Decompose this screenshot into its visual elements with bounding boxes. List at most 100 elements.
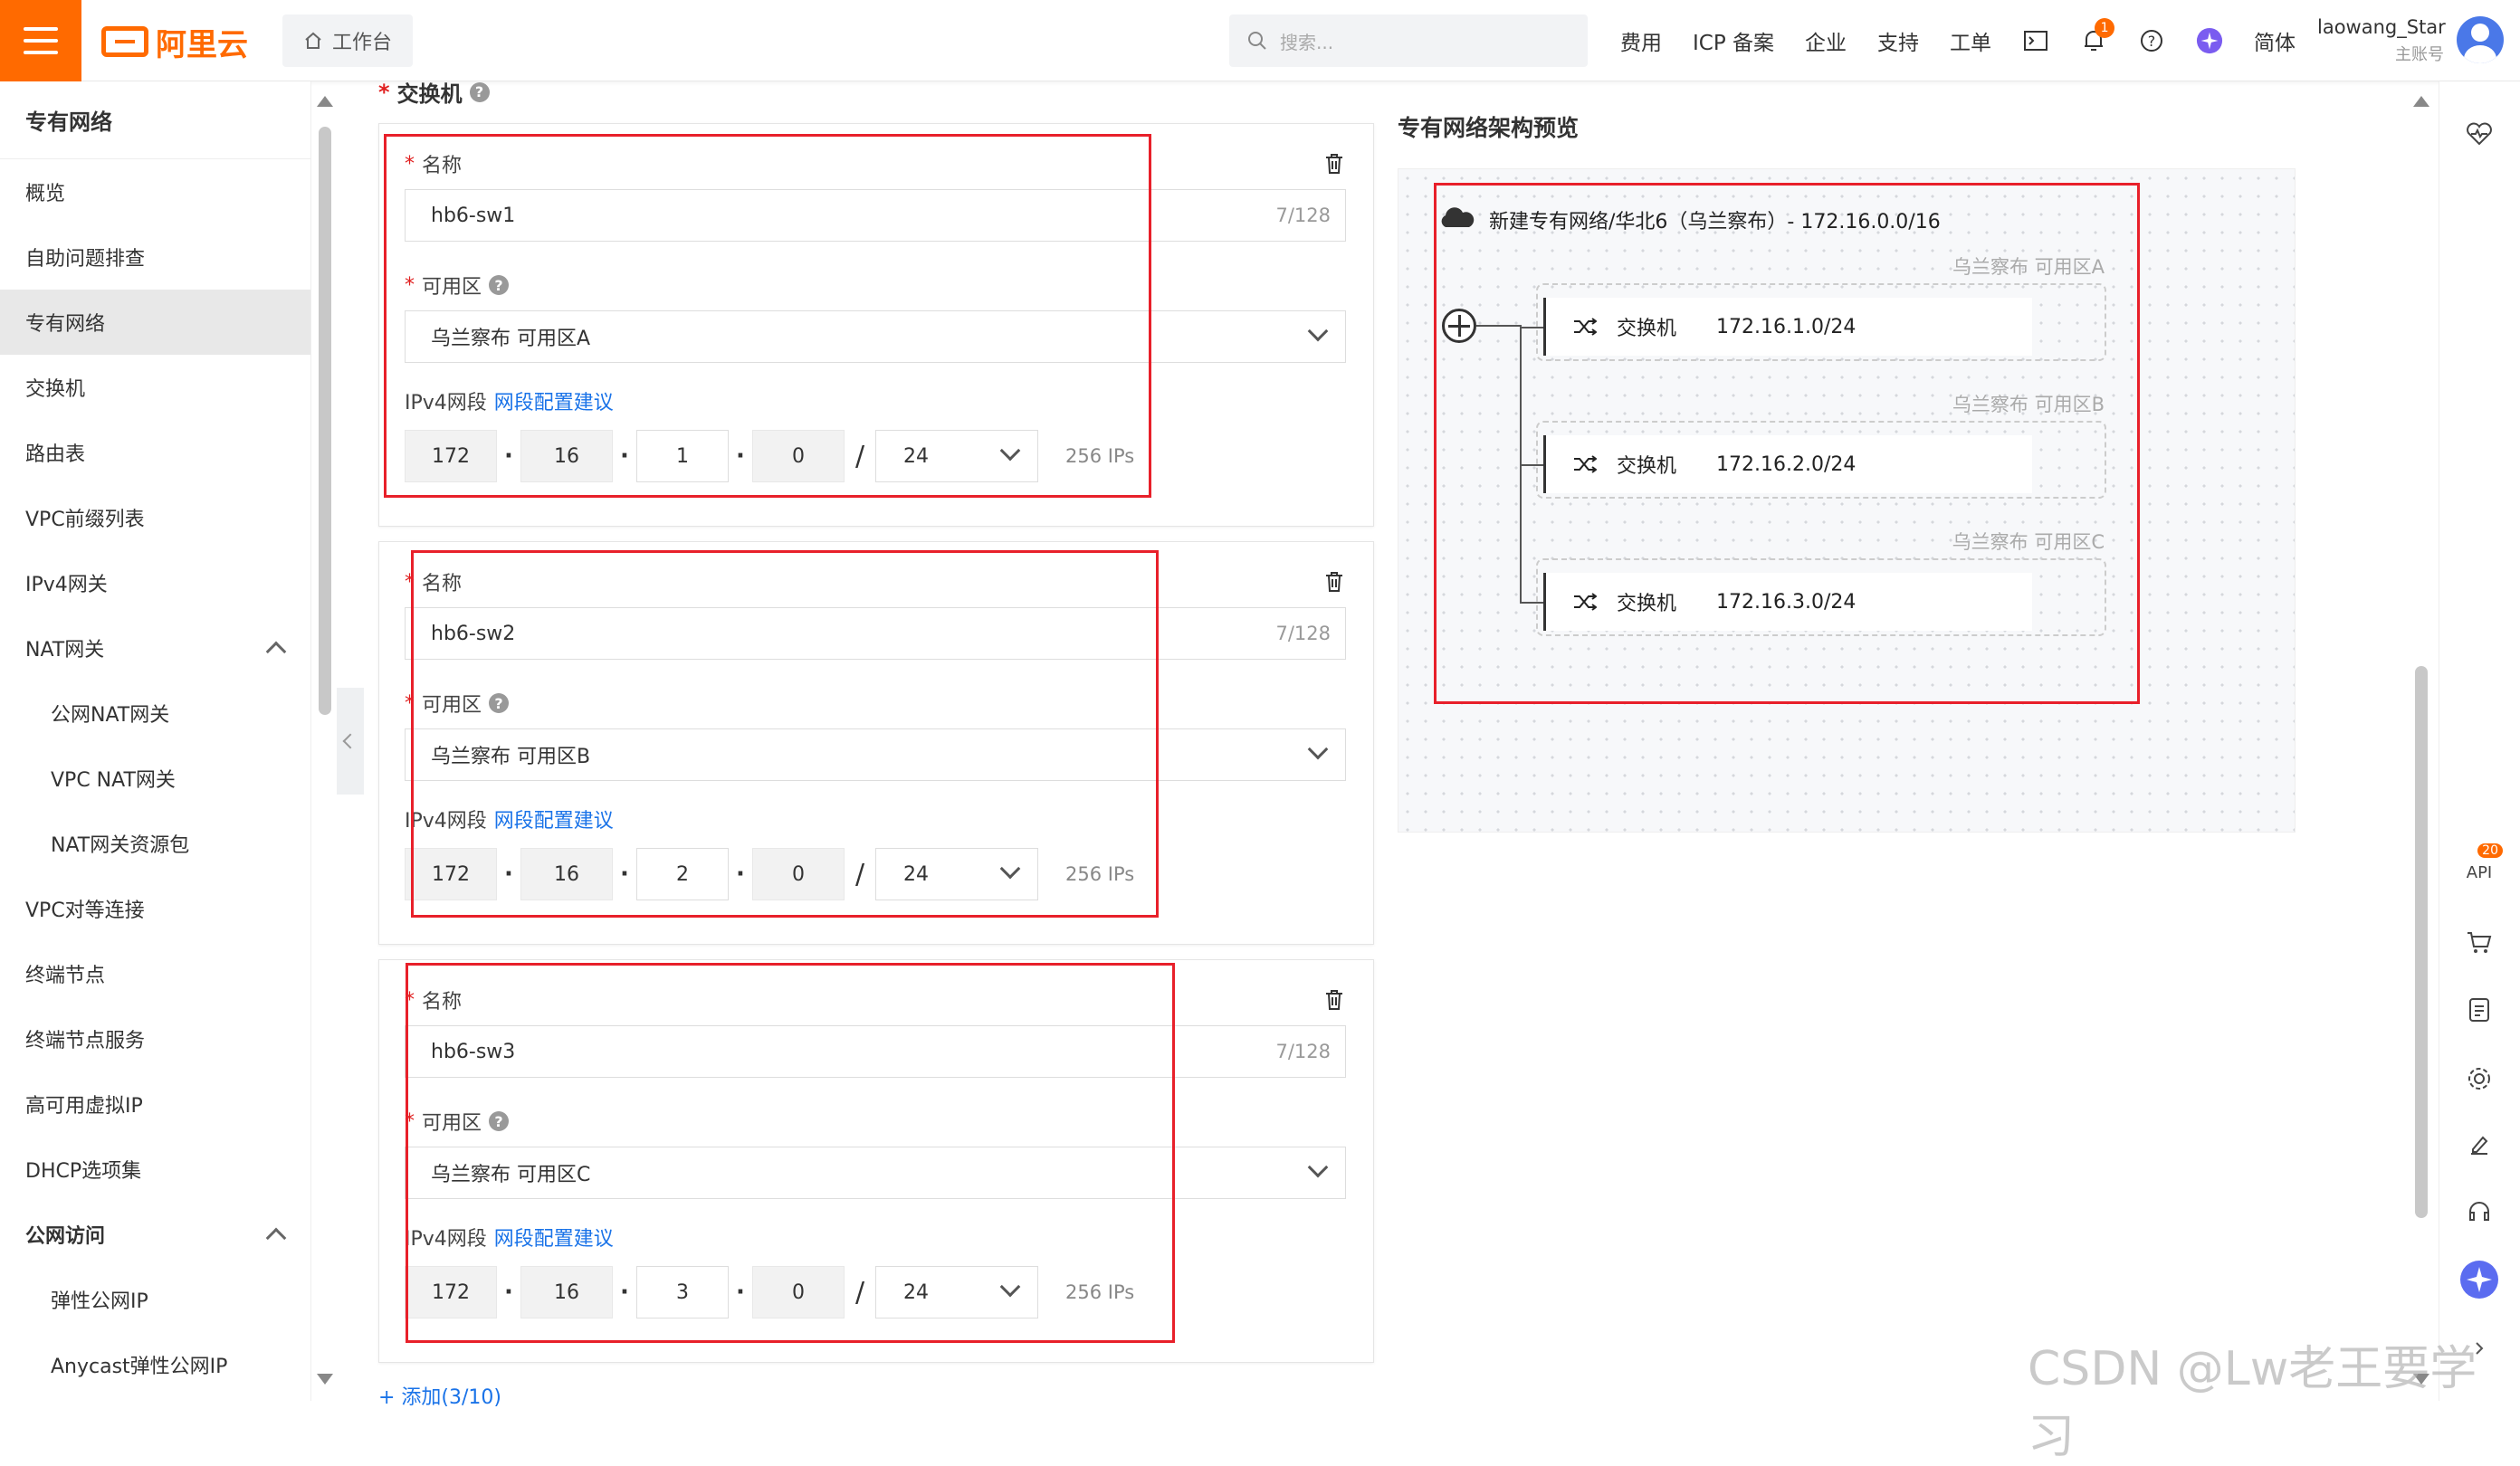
main-scroll-thumb[interactable] bbox=[2415, 666, 2428, 1218]
scroll-down-icon[interactable] bbox=[317, 1374, 333, 1385]
zone-label: * 可用区? bbox=[405, 271, 510, 300]
cidr-advice-link[interactable]: 网段配置建议 bbox=[494, 804, 614, 833]
user-info[interactable]: laowang_Star 主账号 bbox=[2317, 16, 2446, 65]
nav-fees[interactable]: 费用 bbox=[1620, 25, 1662, 56]
sidebar-item-dhcp[interactable]: DHCP选项集 bbox=[0, 1137, 310, 1202]
cart-icon[interactable] bbox=[2459, 923, 2499, 963]
mask-select[interactable]: 24 bbox=[875, 430, 1038, 482]
scroll-up-icon[interactable] bbox=[317, 96, 333, 107]
aliyun-logo[interactable]: 阿里云 bbox=[101, 24, 248, 63]
sidebar-item-vpc-nat[interactable]: VPC NAT网关 bbox=[0, 746, 310, 811]
add-vswitch-link[interactable]: + 添加(3/10) bbox=[378, 1381, 501, 1410]
sidebar-collapse-button[interactable] bbox=[337, 688, 364, 795]
sidebar-item-ipv4-gateway[interactable]: IPv4网关 bbox=[0, 550, 310, 615]
name-value: hb6-sw3 bbox=[431, 1040, 516, 1063]
name-label: * 名称 bbox=[405, 985, 462, 1014]
document-icon[interactable] bbox=[2459, 990, 2499, 1030]
ipv4-cidr-row: 172 · 16 · 3 · 0/ 24 256 IPs bbox=[405, 1266, 1134, 1318]
sidebar-item-public-nat[interactable]: 公网NAT网关 bbox=[0, 681, 310, 746]
char-count: 7/128 bbox=[1275, 623, 1331, 644]
sidebar-item-vpc-peering[interactable]: VPC对等连接 bbox=[0, 876, 310, 941]
mask-value: 24 bbox=[903, 1280, 929, 1304]
terminal-icon[interactable] bbox=[2022, 27, 2049, 54]
bell-icon[interactable]: 1 bbox=[2080, 18, 2115, 54]
zone-select[interactable]: 乌兰察布 可用区A bbox=[405, 310, 1346, 363]
search-input[interactable]: 搜索... bbox=[1229, 14, 1588, 67]
nav-ticket[interactable]: 工单 bbox=[1950, 25, 1991, 56]
logo-mark-icon bbox=[101, 26, 148, 57]
name-label-text: 名称 bbox=[422, 573, 463, 595]
octet-3-input[interactable]: 2 bbox=[636, 848, 729, 900]
zone-select[interactable]: 乌兰察布 可用区C bbox=[405, 1147, 1346, 1199]
edit-icon[interactable] bbox=[2459, 1126, 2499, 1166]
cidr-advice-link[interactable]: 网段配置建议 bbox=[494, 1223, 614, 1252]
sidebar-item-endpoint-service[interactable]: 终端节点服务 bbox=[0, 1006, 310, 1071]
zone-b-label: 乌兰察布 可用区B bbox=[1952, 394, 2105, 415]
scroll-up-icon[interactable] bbox=[2413, 96, 2429, 107]
main-scrollbar[interactable] bbox=[2413, 90, 2429, 1394]
workbench-label: 工作台 bbox=[331, 32, 392, 54]
sidebar-item-vswitch[interactable]: 交换机 bbox=[0, 355, 310, 420]
sidebar-scroll-thumb[interactable] bbox=[319, 127, 331, 715]
trash-icon[interactable] bbox=[1324, 989, 1344, 1011]
sidebar-item-eip[interactable]: 弹性公网IP bbox=[0, 1267, 310, 1332]
sidebar-item-label: VPC NAT网关 bbox=[51, 769, 176, 792]
help-icon[interactable]: ? bbox=[489, 275, 510, 295]
help-icon[interactable]: ? bbox=[2138, 27, 2165, 54]
sidebar-item-anycast-eip[interactable]: Anycast弹性公网IP bbox=[0, 1332, 310, 1397]
nav-enterprise[interactable]: 企业 bbox=[1805, 25, 1847, 56]
cidr-advice-link[interactable]: 网段配置建议 bbox=[494, 386, 614, 415]
zone-select[interactable]: 乌兰察布 可用区B bbox=[405, 728, 1346, 781]
octet-1: 172 bbox=[405, 430, 497, 482]
nav-icp[interactable]: ICP 备案 bbox=[1693, 25, 1774, 56]
sidebar-item-vpc[interactable]: 专有网络 bbox=[0, 290, 310, 355]
avatar[interactable] bbox=[2457, 16, 2504, 63]
sidebar-item-prefix-list[interactable]: VPC前缀列表 bbox=[0, 485, 310, 550]
sidebar-item-havip[interactable]: 高可用虚拟IP bbox=[0, 1071, 310, 1137]
workbench-button[interactable]: 工作台 bbox=[282, 14, 413, 67]
name-value: hb6-sw2 bbox=[431, 622, 516, 645]
sidebar-item-endpoint[interactable]: 终端节点 bbox=[0, 941, 310, 1006]
health-icon[interactable] bbox=[2459, 114, 2499, 154]
sidebar-item-overview[interactable]: 概览 bbox=[0, 159, 310, 224]
sidebar-item-troubleshoot[interactable]: 自助问题排查 bbox=[0, 224, 310, 290]
name-label: * 名称 bbox=[405, 567, 462, 596]
name-input[interactable]: hb6-sw2 7/128 bbox=[405, 607, 1346, 660]
sidebar-scrollbar[interactable] bbox=[317, 90, 333, 1394]
help-icon[interactable]: ? bbox=[489, 693, 510, 713]
nav-support[interactable]: 支持 bbox=[1877, 25, 1919, 56]
trash-icon[interactable] bbox=[1324, 571, 1344, 593]
headset-icon[interactable] bbox=[2459, 1193, 2499, 1233]
sidebar-item-label: 路由表 bbox=[25, 443, 86, 466]
name-input[interactable]: hb6-sw1 7/128 bbox=[405, 189, 1346, 242]
help-icon[interactable]: ? bbox=[469, 81, 490, 102]
sidebar-item-label: 概览 bbox=[25, 183, 66, 205]
name-input[interactable]: hb6-sw3 7/128 bbox=[405, 1025, 1346, 1078]
mask-select[interactable]: 24 bbox=[875, 848, 1038, 900]
sidebar-item-public-access[interactable]: 公网访问 bbox=[0, 1202, 310, 1267]
ai-assistant-icon[interactable] bbox=[2459, 1260, 2499, 1299]
octet-3-input[interactable]: 1 bbox=[636, 430, 729, 482]
mask-select[interactable]: 24 bbox=[875, 1266, 1038, 1318]
help-icon[interactable]: ? bbox=[489, 1111, 510, 1131]
sidebar-item-nat-gateway[interactable]: NAT网关 bbox=[0, 615, 310, 681]
octet-3-input[interactable]: 3 bbox=[636, 1266, 729, 1318]
assistant-icon[interactable] bbox=[2196, 27, 2223, 54]
vswitch-card-1: * 名称 hb6-sw1 7/128 * 可用区? 乌兰察布 可用区A IPv4网段网… bbox=[378, 123, 1374, 527]
ipv4-label: IPv4网段 网段配置建议 bbox=[405, 386, 614, 415]
top-bar: 阿里云 工作台 搜索... 费用 ICP 备案 企业 支持 工单 1 ? 简体 … bbox=[0, 0, 2520, 81]
chevron-up-icon bbox=[265, 1227, 287, 1249]
language-switch[interactable]: 简体 bbox=[2254, 25, 2296, 56]
api-icon[interactable]: API 20 bbox=[2459, 843, 2503, 892]
sidebar-item-nat-package[interactable]: NAT网关资源包 bbox=[0, 811, 310, 876]
gear-icon[interactable] bbox=[2459, 1059, 2499, 1099]
hamburger-menu-button[interactable] bbox=[0, 0, 81, 81]
user-role: 主账号 bbox=[2395, 45, 2444, 64]
trash-icon[interactable] bbox=[1324, 153, 1344, 175]
zone-label: * 可用区? bbox=[405, 689, 510, 718]
tree-line bbox=[1476, 325, 1522, 327]
ipv4-cidr-row: 172 · 16 · 2 · 0/ 24 256 IPs bbox=[405, 848, 1134, 900]
zone-value: 乌兰察布 可用区B bbox=[431, 746, 591, 768]
sidebar-item-route-table[interactable]: 路由表 bbox=[0, 420, 310, 485]
octet-4: 0 bbox=[752, 430, 845, 482]
